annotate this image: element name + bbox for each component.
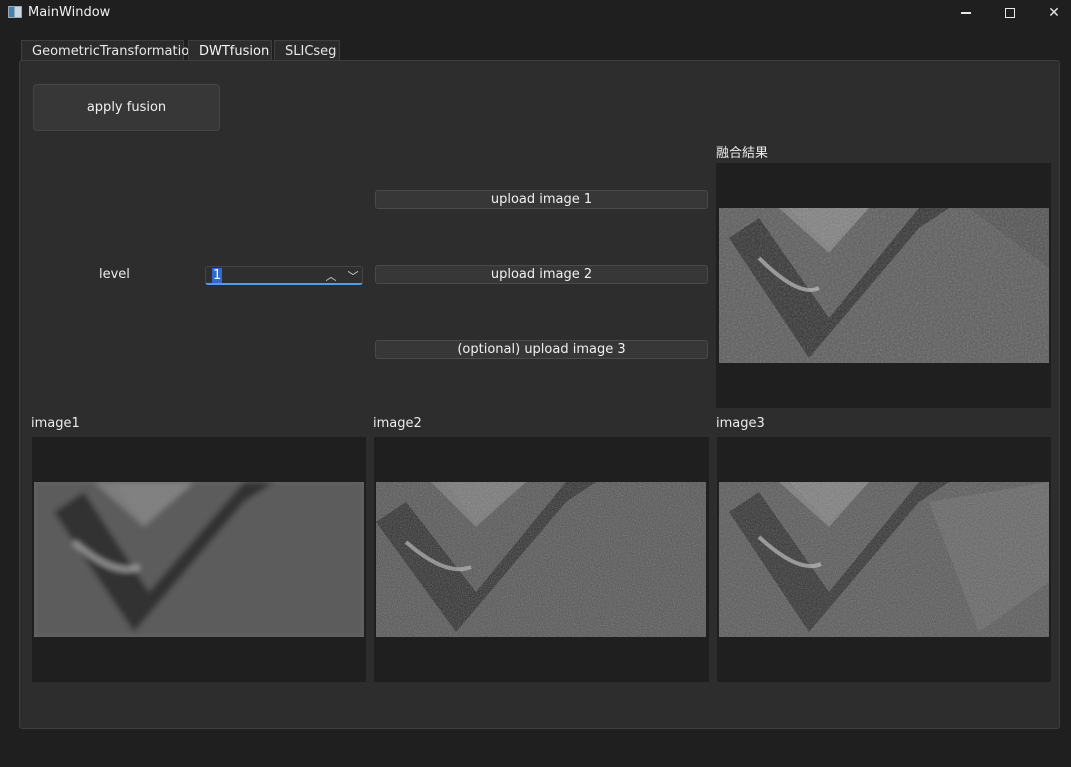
fused-result-title: 融合結果 <box>716 146 769 161</box>
window-title: MainWindow <box>28 5 111 20</box>
chevron-down-icon[interactable]: ﹀ <box>344 267 362 284</box>
app-window-icon <box>8 6 22 18</box>
level-spinbox[interactable]: 1 ︿ ﹀ <box>205 266 363 285</box>
minimize-button[interactable] <box>943 0 989 26</box>
image1-title: image1 <box>31 416 80 431</box>
image2-title: image2 <box>373 416 422 431</box>
upload-image-3-button[interactable]: (optional) upload image 3 <box>375 340 708 359</box>
upload-image-1-button[interactable]: upload image 1 <box>375 190 708 209</box>
tab-slicseg[interactable]: SLICseg <box>274 40 340 61</box>
close-icon: ✕ <box>1048 5 1060 21</box>
image3-title: image3 <box>716 416 765 431</box>
image2-image <box>376 482 706 637</box>
fused-result-image <box>719 208 1049 363</box>
minimize-icon <box>961 12 971 14</box>
level-value[interactable]: 1 <box>212 268 223 283</box>
image1-view <box>32 437 366 682</box>
close-button[interactable]: ✕ <box>1031 0 1071 26</box>
apply-fusion-button[interactable]: apply fusion <box>33 84 220 131</box>
upload-image-2-button[interactable]: upload image 2 <box>375 265 708 284</box>
chevron-up-icon[interactable]: ︿ <box>322 267 340 284</box>
image2-view <box>374 437 709 682</box>
tab-geometric-transformation[interactable]: GeometricTransformation <box>21 40 197 61</box>
image3-view <box>717 437 1051 682</box>
image3-image <box>719 482 1049 637</box>
title-bar: MainWindow ✕ <box>0 0 1071 26</box>
tab-dwtfusion[interactable]: DWTfusion <box>188 40 272 61</box>
fused-result-view <box>716 163 1051 408</box>
maximize-button[interactable] <box>987 0 1033 26</box>
image1-image <box>34 482 364 637</box>
level-label: level <box>99 267 130 282</box>
maximize-icon <box>1005 8 1015 18</box>
